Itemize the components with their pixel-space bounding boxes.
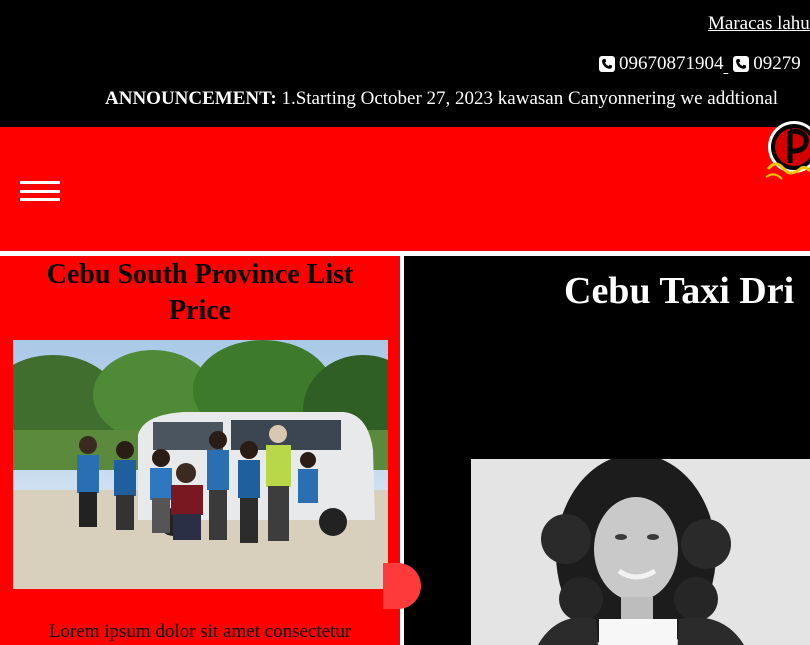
phone-number-2: 09279 (753, 53, 801, 74)
phone-link-1[interactable]: 09670871904 (599, 53, 724, 75)
phone-icon (599, 56, 615, 72)
phone-link-2[interactable]: 09279 (733, 53, 801, 75)
address-link[interactable]: Maracas lahu (708, 13, 810, 35)
top-bar: Maracas lahu 09670871904 09279 ANNOUNCEM… (0, 0, 810, 127)
nav-bar (0, 121, 810, 251)
driver-photo (471, 459, 810, 645)
section-title: Cebu Taxi Dri (564, 270, 795, 312)
card-body-text: Lorem ipsum dolor sit amet consectetur (48, 621, 352, 642)
menu-icon[interactable] (20, 181, 60, 201)
menu-line (20, 181, 60, 184)
south-province-card: Cebu South Province List Price Lorem ips… (0, 256, 400, 645)
menu-line (20, 190, 60, 193)
menu-line (20, 198, 60, 201)
card-title: Cebu South Province List Price (46, 259, 354, 326)
announcement-text: 1.Starting October 27, 2023 kawasan Cany… (276, 88, 778, 109)
phone-links: 09670871904 09279 (599, 53, 801, 78)
phone-icon (733, 56, 750, 72)
group-photo (13, 340, 388, 589)
taxi-driver-section: Cebu Taxi Dri (404, 256, 810, 645)
phone-number-1: 09670871904 (619, 53, 724, 74)
announcement-label: ANNOUNCEMENT: (105, 88, 277, 109)
brand-logo[interactable] (760, 119, 810, 191)
announcement: ANNOUNCEMENT: 1.Starting October 27, 202… (105, 88, 778, 110)
